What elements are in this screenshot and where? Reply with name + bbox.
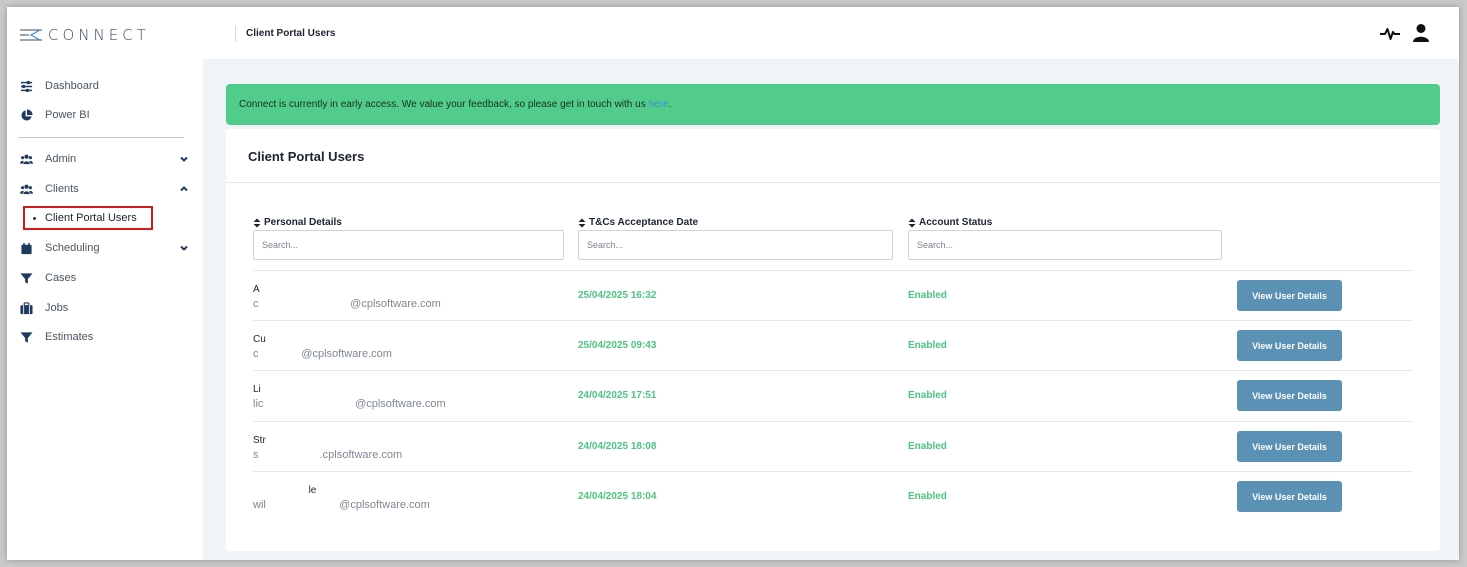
user-icon[interactable] xyxy=(1412,23,1430,43)
topbar-divider xyxy=(235,26,236,42)
account-status: Enabled xyxy=(908,390,947,401)
users-icon xyxy=(19,182,33,196)
activity-pulse-icon[interactable] xyxy=(1379,23,1401,43)
logo[interactable]: CONNECT xyxy=(20,26,150,44)
sidebar-item-dashboard[interactable]: Dashboard xyxy=(19,75,189,97)
view-user-details-button[interactable]: View User Details xyxy=(1237,330,1342,361)
user-name: Str xyxy=(253,435,266,446)
sidebar-divider xyxy=(18,137,184,138)
view-user-details-button[interactable]: View User Details xyxy=(1237,280,1342,311)
account-status: Enabled xyxy=(908,340,947,351)
table-row: Str s .cplsoftware.com 24/04/2025 18:08 … xyxy=(253,421,1413,471)
sidebar-item-label: Admin xyxy=(45,153,77,165)
sidebar-item-power-bi[interactable]: Power BI xyxy=(19,104,189,126)
card-divider xyxy=(226,182,1440,183)
page-title: Client Portal Users xyxy=(246,28,336,39)
table-row: Cu c @cplsoftware.com 25/04/2025 09:43 E… xyxy=(253,320,1413,370)
column-header-account-status[interactable]: Account Status xyxy=(908,217,992,228)
user-email: lic @cplsoftware.com xyxy=(253,398,446,410)
users-icon xyxy=(19,152,33,166)
user-name: A xyxy=(253,284,260,295)
connect-logo-icon xyxy=(20,29,42,41)
filter-icon xyxy=(19,330,33,344)
sidebar-item-label: Scheduling xyxy=(45,242,100,254)
tcs-acceptance-date: 25/04/2025 16:32 xyxy=(578,290,657,301)
sort-icon xyxy=(578,218,586,227)
card-title: Client Portal Users xyxy=(248,149,365,164)
table-row: A c @cplsoftware.com 25/04/2025 16:32 En… xyxy=(253,270,1413,320)
briefcase-icon xyxy=(19,301,33,315)
user-email: c @cplsoftware.com xyxy=(253,298,441,310)
filter-icon xyxy=(19,271,33,285)
account-status: Enabled xyxy=(908,491,947,502)
user-name: le xyxy=(253,485,317,496)
user-email: wil @cplsoftware.com xyxy=(253,499,430,511)
sort-icon xyxy=(908,218,916,227)
tcs-acceptance-date: 25/04/2025 09:43 xyxy=(578,340,657,351)
sidebar-subitem-label: Client Portal Users xyxy=(45,212,137,224)
personal-details-search-input[interactable] xyxy=(253,230,564,260)
table-row: Li lic @cplsoftware.com 24/04/2025 17:51… xyxy=(253,370,1413,420)
banner-suffix: . xyxy=(668,99,672,110)
sidebar-subitem-client-portal-users[interactable]: Client Portal Users xyxy=(23,206,153,230)
sidebar-item-label: Jobs xyxy=(45,302,69,314)
sidebar-item-admin[interactable]: Admin xyxy=(19,148,189,170)
sliders-icon xyxy=(19,79,33,93)
sidebar-item-label: Estimates xyxy=(45,331,94,343)
logo-text: CONNECT xyxy=(48,26,150,44)
early-access-banner: Connect is currently in early access. We… xyxy=(226,84,1440,125)
sidebar-item-scheduling[interactable]: Scheduling xyxy=(19,237,189,259)
banner-text: Connect is currently in early access. We… xyxy=(239,99,646,110)
bullet-icon xyxy=(33,216,36,220)
banner-feedback-link[interactable]: here xyxy=(649,99,669,110)
sidebar-item-label: Dashboard xyxy=(45,80,99,92)
chevron-up-icon xyxy=(179,184,189,194)
calendar-icon xyxy=(19,241,33,255)
user-name: Cu xyxy=(253,334,266,345)
top-bar: Client Portal Users xyxy=(203,7,1459,59)
sidebar: CONNECT Dashboard Power BI Admin Clients… xyxy=(7,7,203,560)
sort-icon xyxy=(253,218,261,227)
users-card: Client Portal Users Personal Details T&C… xyxy=(226,129,1440,551)
column-header-tcs-date[interactable]: T&Cs Acceptance Date xyxy=(578,217,698,228)
column-header-personal-details[interactable]: Personal Details xyxy=(253,217,342,228)
tcs-acceptance-date: 24/04/2025 17:51 xyxy=(578,390,657,401)
user-email: c @cplsoftware.com xyxy=(253,348,392,360)
account-status: Enabled xyxy=(908,290,947,301)
sidebar-item-label: Power BI xyxy=(45,109,90,121)
column-header-label: T&Cs Acceptance Date xyxy=(589,217,699,228)
account-status: Enabled xyxy=(908,441,947,452)
chevron-down-icon xyxy=(179,243,189,253)
view-user-details-button[interactable]: View User Details xyxy=(1237,380,1342,411)
column-header-label: Account Status xyxy=(919,217,993,228)
user-name: Li xyxy=(253,384,261,395)
sidebar-item-label: Cases xyxy=(45,272,77,284)
column-header-label: Personal Details xyxy=(264,217,342,228)
pie-chart-icon xyxy=(19,108,33,122)
table-row: le wil @cplsoftware.com 24/04/2025 18:04… xyxy=(253,471,1413,521)
user-email: s .cplsoftware.com xyxy=(253,449,403,461)
account-status-search-input[interactable] xyxy=(908,230,1222,260)
tcs-date-search-input[interactable] xyxy=(578,230,893,260)
chevron-down-icon xyxy=(179,154,189,164)
tcs-acceptance-date: 24/04/2025 18:08 xyxy=(578,441,657,452)
sidebar-item-clients[interactable]: Clients xyxy=(19,178,189,200)
sidebar-item-jobs[interactable]: Jobs xyxy=(19,297,189,319)
sidebar-item-cases[interactable]: Cases xyxy=(19,267,189,289)
app-window: CONNECT Dashboard Power BI Admin Clients… xyxy=(7,7,1459,560)
tcs-acceptance-date: 24/04/2025 18:04 xyxy=(578,491,657,502)
sidebar-item-label: Clients xyxy=(45,183,79,195)
view-user-details-button[interactable]: View User Details xyxy=(1237,431,1342,462)
sidebar-item-estimates[interactable]: Estimates xyxy=(19,326,189,348)
view-user-details-button[interactable]: View User Details xyxy=(1237,481,1342,512)
